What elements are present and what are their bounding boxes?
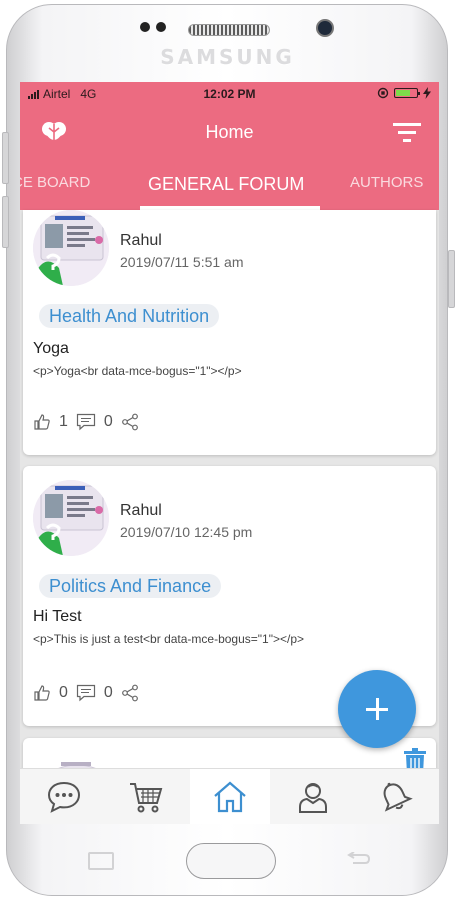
comment-count: 0: [103, 413, 113, 430]
post-body: <p>Yoga<br data-mce-bogus="1"></p>: [33, 364, 242, 378]
nav-home[interactable]: [190, 769, 270, 824]
nav-notifications[interactable]: [355, 769, 435, 824]
nav-cart[interactable]: [106, 769, 186, 824]
chat-icon: [47, 781, 81, 813]
share-icon[interactable]: [121, 684, 139, 702]
app-bar: Home CE BOARD GENERAL FORUM AUTHORS: [20, 106, 439, 210]
post-card[interactable]: Rahul 2019/07/11 5:51 am Health And Nutr…: [23, 210, 436, 455]
post-title[interactable]: Hi Test: [33, 608, 82, 626]
post-body: <p>This is just a test<br data-mce-bogus…: [33, 632, 305, 646]
avatar[interactable]: [33, 480, 109, 556]
like-icon[interactable]: [33, 684, 51, 702]
comment-icon[interactable]: [76, 413, 96, 431]
like-count: 1: [59, 413, 68, 430]
tab-authors[interactable]: AUTHORS: [350, 174, 423, 191]
status-bar: Airtel 4G 12:02 PM: [20, 82, 439, 106]
post-date: 2019/07/10 12:45 pm: [120, 524, 253, 540]
device-brand: SAMSUNG: [160, 45, 295, 69]
avatar[interactable]: [33, 210, 109, 286]
like-count: 0: [59, 684, 68, 701]
power-button: [448, 250, 455, 308]
post-author[interactable]: Rahul: [120, 232, 162, 250]
charging-icon: [423, 87, 431, 99]
comment-icon[interactable]: [76, 684, 96, 702]
sensor-dots: [140, 22, 166, 32]
category-chip[interactable]: Politics And Finance: [39, 574, 222, 598]
tab-ce-board[interactable]: CE BOARD: [20, 174, 90, 191]
back-icon[interactable]: [345, 852, 371, 866]
bell-icon: [383, 782, 413, 812]
comment-count: 0: [103, 684, 113, 701]
filter-icon[interactable]: [393, 121, 421, 143]
orientation-lock-icon: [377, 87, 389, 99]
home-icon: [214, 781, 246, 813]
bottom-nav: [20, 768, 439, 824]
category-chip[interactable]: Health And Nutrition: [39, 304, 220, 328]
like-icon[interactable]: [33, 413, 51, 431]
hardware-home-button[interactable]: [186, 843, 276, 879]
nav-profile[interactable]: [273, 769, 353, 824]
post-actions: 1 0: [33, 413, 139, 431]
volume-button: [2, 132, 9, 184]
post-author[interactable]: Rahul: [120, 502, 162, 520]
profile-icon: [299, 783, 327, 813]
post-title[interactable]: Yoga: [33, 340, 69, 358]
post-actions: 0 0: [33, 684, 139, 702]
earpiece-speaker: [188, 24, 270, 36]
tab-general-forum[interactable]: GENERAL FORUM: [148, 174, 304, 195]
post-date: 2019/07/11 5:51 am: [120, 254, 244, 270]
share-icon[interactable]: [121, 413, 139, 431]
page-title: Home: [205, 122, 254, 142]
front-camera: [316, 19, 334, 37]
add-post-button[interactable]: [338, 670, 416, 748]
battery-icon: [394, 88, 420, 98]
cart-icon: [130, 783, 163, 813]
app-screen: Airtel 4G 12:02 PM Home CE BOARD GENERAL…: [20, 82, 439, 824]
volume-button-lower: [2, 196, 9, 248]
recent-apps-button[interactable]: [88, 852, 114, 870]
nav-chat[interactable]: [24, 769, 104, 824]
tab-strip: CE BOARD GENERAL FORUM AUTHORS: [20, 164, 439, 210]
